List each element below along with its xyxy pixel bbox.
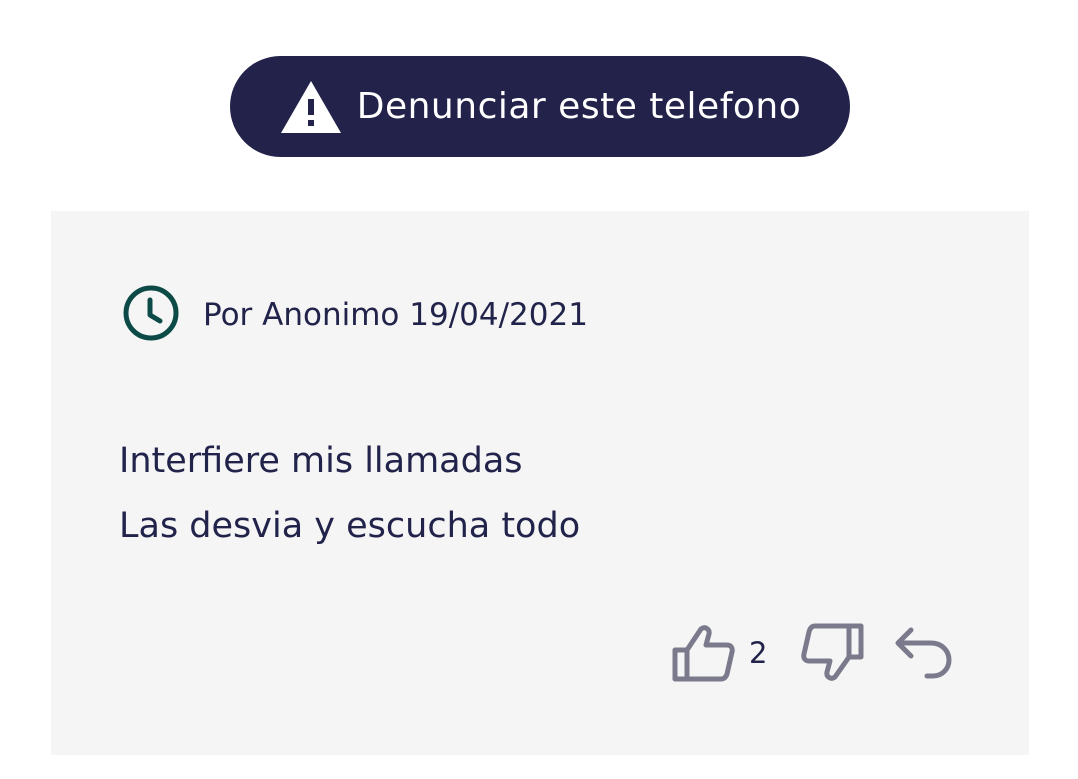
thumbs-down-icon[interactable] bbox=[801, 623, 865, 683]
comment-body: Interfiere mis llamadas Las desvia y esc… bbox=[119, 429, 580, 559]
warning-triangle-icon bbox=[279, 79, 343, 135]
comment-meta: Por Anonimo 19/04/2021 bbox=[123, 285, 588, 345]
comment-line-1: Interfiere mis llamadas bbox=[119, 441, 523, 481]
comment-author-date: Por Anonimo 19/04/2021 bbox=[203, 297, 588, 333]
reply-icon[interactable] bbox=[893, 625, 953, 681]
comment-line-2: Las desvia y escucha todo bbox=[119, 506, 581, 546]
clock-icon bbox=[123, 285, 179, 345]
comment-card: Por Anonimo 19/04/2021 Interfiere mis ll… bbox=[51, 211, 1029, 755]
thumbs-up-icon[interactable] bbox=[671, 623, 735, 683]
like-count: 2 bbox=[749, 636, 768, 670]
report-phone-label: Denunciar este telefono bbox=[356, 86, 802, 127]
report-phone-button[interactable]: Denunciar este telefono bbox=[230, 56, 850, 157]
comment-actions: 2 bbox=[671, 623, 953, 683]
